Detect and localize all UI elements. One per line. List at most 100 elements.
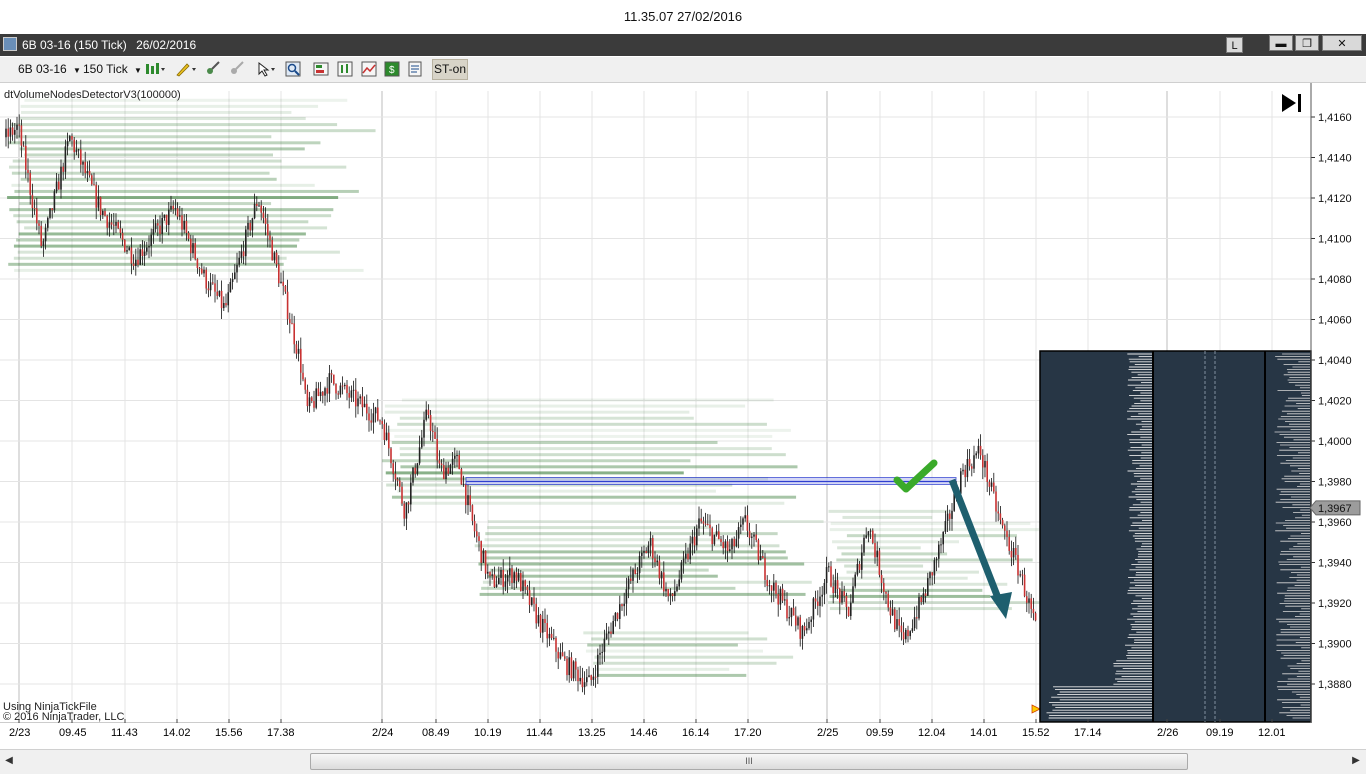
candle-body — [513, 572, 515, 583]
candle-body — [500, 570, 502, 578]
restore-button[interactable]: ❐ — [1295, 35, 1319, 51]
volume-node-band — [19, 117, 306, 121]
candle-body — [216, 291, 218, 296]
minimize-button[interactable]: ▬ — [1269, 35, 1293, 51]
volume-node-band — [399, 416, 694, 420]
volume-node-band — [399, 447, 772, 451]
candle-body — [176, 208, 179, 217]
chart-style-icon[interactable] — [337, 61, 353, 77]
candle-body — [652, 538, 654, 559]
time-tick-label: 14.01 — [970, 727, 998, 739]
candle-body — [482, 550, 485, 563]
candle-body — [300, 348, 302, 373]
drawing-pencil-icon[interactable] — [175, 61, 197, 77]
volume-profile-panel — [1039, 350, 1312, 723]
volume-node-band — [397, 489, 716, 493]
candle-body — [995, 491, 997, 512]
candle-body — [654, 558, 656, 563]
scrollbar-thumb[interactable]: III — [310, 753, 1188, 770]
scroll-right-icon[interactable]: ▶ — [1350, 754, 1362, 768]
candle-body — [306, 389, 309, 407]
bars-type-icon[interactable] — [145, 61, 165, 77]
candle-body — [335, 384, 337, 394]
close-button[interactable]: ✕ — [1322, 35, 1362, 51]
check-mark-icon — [893, 459, 938, 493]
candle-body — [621, 604, 623, 607]
candle-body — [834, 580, 837, 594]
candle-body — [766, 579, 768, 587]
svg-text:$: $ — [389, 65, 395, 76]
candle-body — [192, 243, 194, 254]
candle-body — [469, 495, 471, 506]
candle-body — [962, 469, 964, 472]
time-tick-label: 11.43 — [111, 727, 138, 739]
candle-body — [368, 413, 370, 421]
candle-body — [438, 460, 441, 464]
time-tick-label: 2/26 — [1157, 727, 1179, 739]
candle-body — [709, 524, 711, 529]
candle-body — [918, 596, 920, 619]
price-chart[interactable]: 1,4160 1,4140 1,4120 1,4100 1,4080 1,4060 1,40… — [0, 83, 1366, 724]
volume-node-band — [482, 580, 812, 584]
candle-body — [256, 203, 258, 206]
candle-body — [575, 661, 577, 670]
time-tick-label: 17.38 — [267, 727, 295, 739]
candle-body — [722, 542, 724, 549]
data-box-icon[interactable] — [313, 61, 329, 77]
indicators-icon[interactable] — [361, 61, 377, 77]
volume-node-band — [829, 607, 1012, 611]
candle-body — [348, 393, 350, 398]
interval-label: 150 Tick — [83, 62, 128, 76]
candle-body — [75, 149, 78, 153]
volume-node-band — [846, 570, 979, 574]
candle-body — [251, 218, 254, 231]
candle-body — [581, 677, 584, 688]
candle-body — [522, 580, 524, 592]
candle-body — [627, 578, 630, 590]
candle-body — [297, 348, 300, 354]
window-title: 6B 03-16 (150 Tick) 26/02/2016 — [22, 38, 196, 52]
candle-body — [385, 432, 388, 440]
magnet-icon[interactable] — [228, 61, 244, 77]
candle-body — [726, 541, 729, 551]
candle-body — [410, 482, 412, 505]
candle-body — [339, 385, 342, 395]
horizontal-scrollbar[interactable]: ◀ III ▶ — [0, 749, 1366, 774]
candle-body — [357, 398, 359, 407]
price-chart-area[interactable]: 1,4160 1,4140 1,4120 1,4100 1,4080 1,4060 1,40… — [0, 83, 1366, 724]
candle-body — [715, 531, 718, 535]
crosshair-icon[interactable] — [204, 61, 220, 77]
volume-node-band — [394, 434, 773, 438]
candle-body — [77, 149, 80, 151]
chart-window-titlebar[interactable]: 6B 03-16 (150 Tick) 26/02/2016 L ▬ ❐ ✕ — [0, 34, 1366, 56]
zoom-icon[interactable] — [285, 61, 301, 77]
candle-body — [975, 453, 977, 456]
candle-body — [388, 432, 390, 449]
price-tick-label: 1,4000 — [1318, 436, 1352, 448]
candle-body — [658, 560, 661, 579]
candle-body — [363, 403, 366, 408]
candle-body — [630, 578, 632, 581]
price-tick-label: 1,4160 — [1318, 112, 1352, 124]
candle-body — [986, 460, 988, 482]
candle-body — [515, 572, 518, 581]
properties-icon[interactable] — [407, 61, 423, 77]
candle-body — [401, 486, 403, 504]
candle-body — [669, 593, 672, 597]
candle-body — [687, 553, 689, 560]
candle-body — [841, 591, 843, 603]
candle-body — [69, 136, 71, 142]
pointer-icon[interactable] — [256, 61, 278, 77]
instrument-selector[interactable]: 6B 03-16 ▼ — [18, 61, 81, 78]
candle-body — [273, 252, 276, 261]
scroll-left-icon[interactable]: ◀ — [3, 754, 15, 768]
time-tick-label: 14.46 — [630, 727, 658, 739]
st-on-button[interactable]: ST-on — [432, 59, 468, 80]
candle-body — [374, 407, 377, 414]
candle-body — [460, 469, 463, 485]
interval-selector[interactable]: 150 Tick ▼ — [83, 61, 142, 78]
link-button[interactable]: L — [1226, 37, 1243, 53]
strategy-icon[interactable]: $ — [384, 61, 400, 77]
candle-body — [847, 606, 850, 617]
candle-body — [762, 556, 764, 558]
